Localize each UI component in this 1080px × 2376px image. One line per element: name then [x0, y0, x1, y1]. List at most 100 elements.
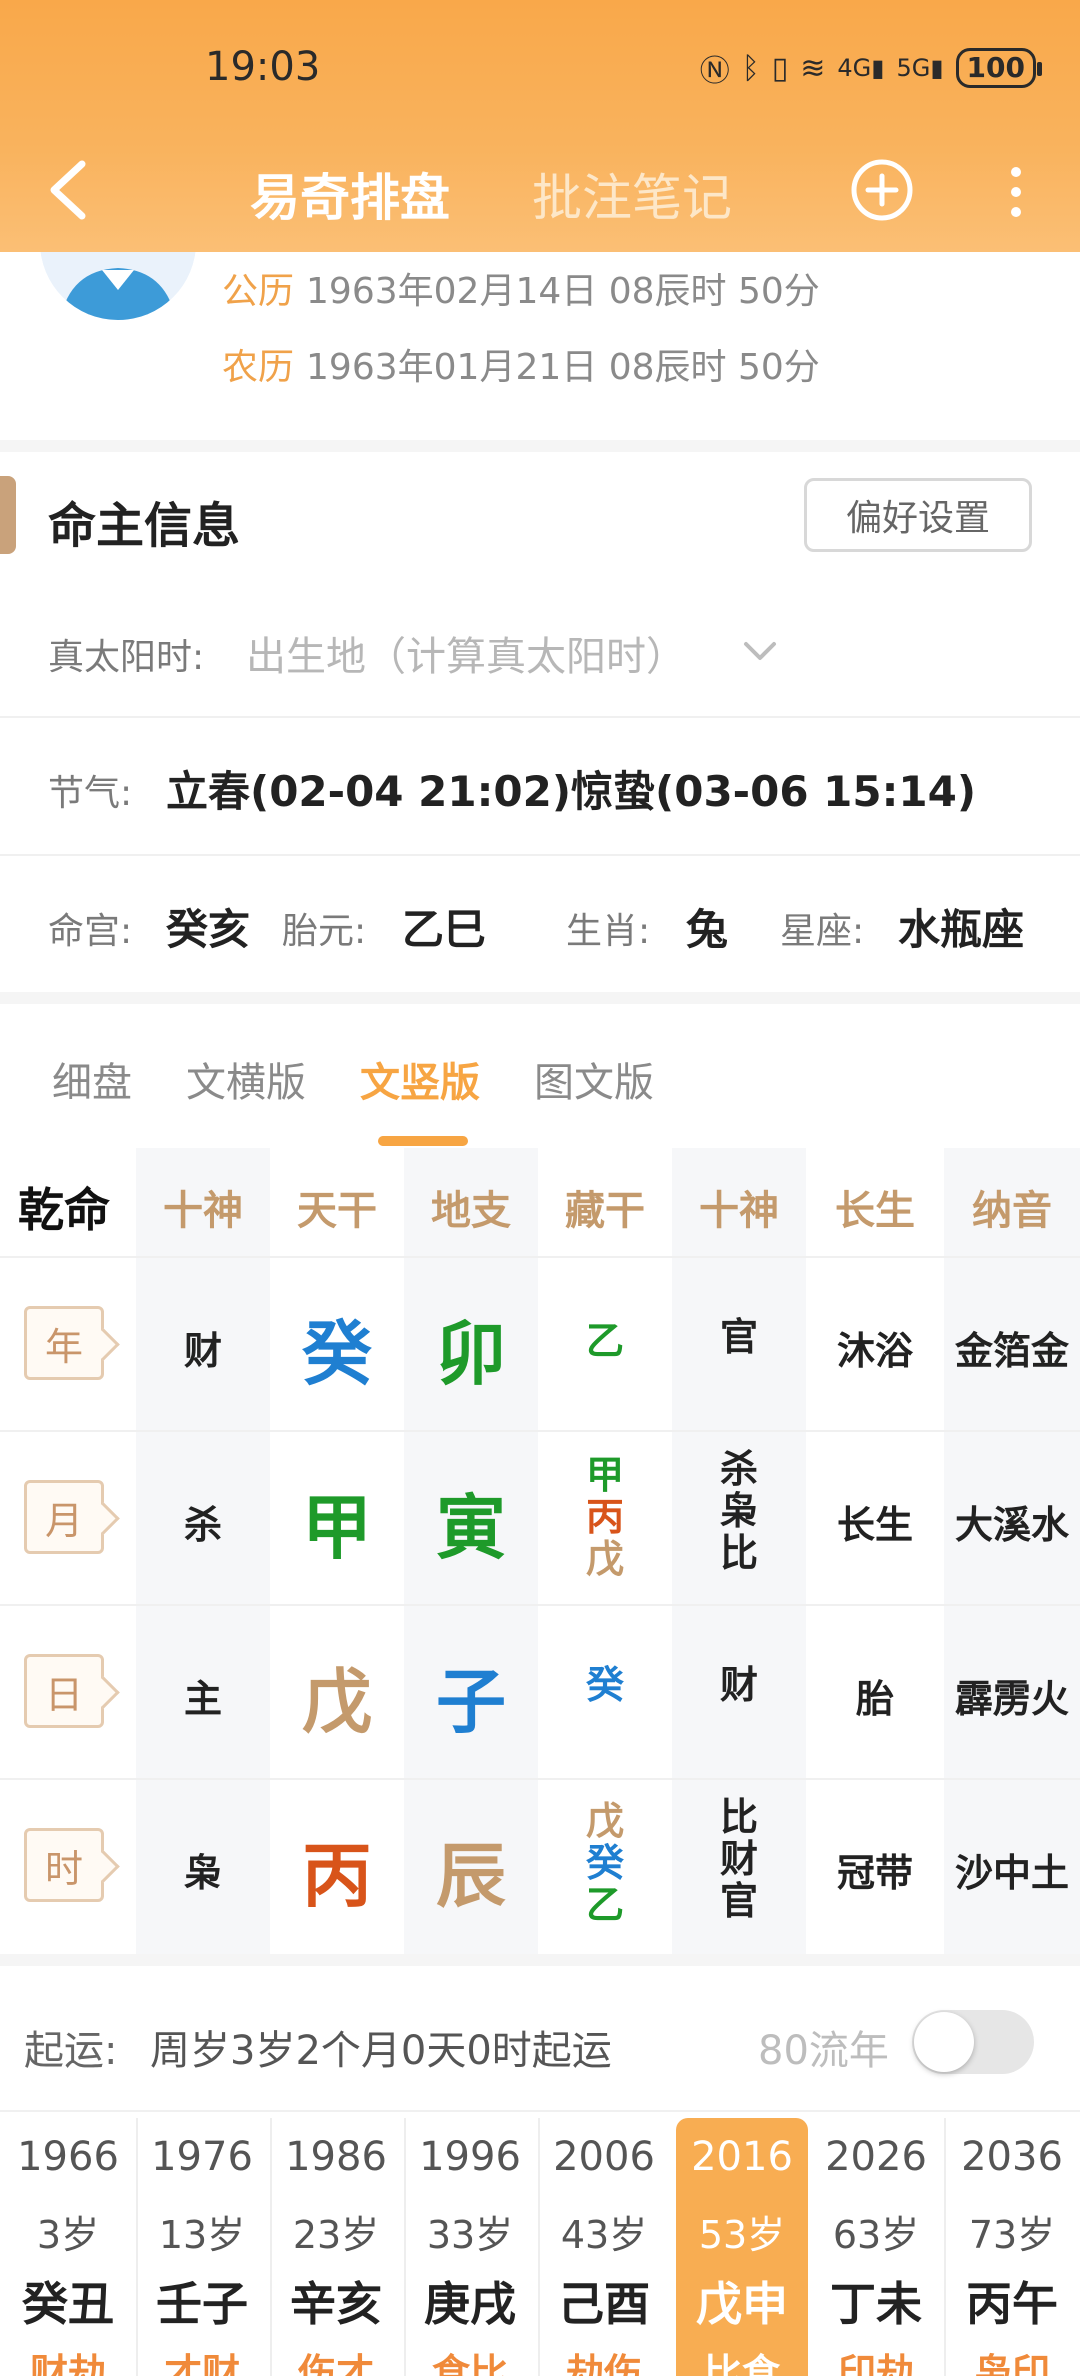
- pillar-month-tag: 月: [24, 1480, 104, 1554]
- dayun-item[interactable]: 1986 23岁 辛亥 伤才: [270, 2118, 402, 2376]
- dayun-shishen: 食比: [431, 2351, 508, 2376]
- year-tiangan: 癸: [302, 1313, 372, 1395]
- minggong-value: 癸亥: [166, 905, 251, 954]
- dayun-ganzhi: 壬子: [156, 2277, 248, 2331]
- tab-notes[interactable]: 批注笔记: [532, 158, 732, 230]
- canggan-item: 甲: [585, 1453, 624, 1497]
- dayun-year: 2006: [553, 2134, 655, 2180]
- hour-tiangan: 丙: [302, 1835, 372, 1917]
- tab-paipan[interactable]: 易奇排盘: [250, 158, 450, 230]
- month-dizhi: 寅: [436, 1487, 506, 1569]
- dayun-item[interactable]: 1976 13岁 壬子 才财: [136, 2118, 268, 2376]
- tab-tuwen[interactable]: 图文版: [534, 1050, 654, 1108]
- tab-wenheng[interactable]: 文横版: [186, 1050, 306, 1108]
- canggan-item: 癸: [585, 1841, 624, 1885]
- dayun-shishen: 枭印: [973, 2351, 1050, 2376]
- nfc-icon: Ⓝ: [699, 54, 730, 89]
- status-icons: Ⓝ ᛒ ▯ ≋ 4G▮ 5G▮ 100: [699, 46, 1043, 90]
- section-title: 命主信息: [48, 498, 241, 554]
- taiyuan-label: 胎元:: [282, 911, 367, 952]
- qiyun-text: 周岁3岁2个月0天0时起运: [150, 2028, 612, 2074]
- month-shishen2: 杀 枭 比: [672, 1448, 806, 1574]
- dayun-item[interactable]: 2026 63岁 丁未 印劫: [810, 2118, 942, 2376]
- minggong-label: 命宫:: [48, 911, 133, 952]
- dayun-year: 2026: [825, 2134, 927, 2180]
- month-changsheng: 长生: [836, 1503, 913, 1547]
- row-divider: [0, 1778, 1080, 1780]
- divider: [0, 440, 1080, 452]
- tab-wenshu[interactable]: 文竖版: [360, 1050, 480, 1108]
- section-marker: [0, 476, 16, 554]
- liunian-label: 80流年: [758, 2028, 889, 2074]
- shishen2-item: 官: [719, 1315, 758, 1359]
- row-divider: [0, 1430, 1080, 1432]
- dayun-shishen: 印劫: [837, 2351, 914, 2376]
- shishen2-item: 比: [719, 1531, 758, 1575]
- canggan-item: 丙: [585, 1495, 624, 1539]
- row-divider: [0, 1604, 1080, 1606]
- shengxiao-label: 生肖:: [566, 911, 651, 952]
- true-solar-select[interactable]: 出生地（计算真太阳时）: [240, 622, 800, 682]
- month-nayin: 大溪水: [954, 1503, 1069, 1547]
- header-tiangan: 天干: [297, 1188, 377, 1234]
- signal-4g-icon: 4G▮: [837, 54, 885, 82]
- more-vertical-icon[interactable]: [996, 160, 1036, 224]
- column-bg: [944, 1148, 1080, 1954]
- jieqi-value: 立春(02-04 21:02)惊蛰(03-06 15:14): [166, 767, 977, 816]
- shishen2-item: 财: [719, 1837, 758, 1881]
- day-dizhi: 子: [436, 1661, 506, 1743]
- dayun-shishen: 比食: [703, 2351, 780, 2376]
- dayun-item[interactable]: 1996 33岁 庚戌 食比: [404, 2118, 536, 2376]
- jieqi-label: 节气:: [48, 773, 133, 814]
- day-canggan: 癸: [538, 1664, 672, 1706]
- liunian-toggle[interactable]: [912, 2010, 1034, 2074]
- dayun-year: 1996: [419, 2134, 521, 2180]
- dayun-item-current[interactable]: 2016 53岁 戊申 比食: [676, 2118, 808, 2376]
- year-shishen2: 官: [672, 1316, 806, 1358]
- chevron-down-icon: [744, 642, 776, 660]
- canggan-item: 癸: [585, 1663, 624, 1707]
- dayun-year: 1986: [285, 2134, 387, 2180]
- column-bg: [136, 1148, 270, 1954]
- dayun-item[interactable]: 2036 73岁 丙午 枭印: [946, 2118, 1078, 2376]
- day-shishen2: 财: [672, 1664, 806, 1706]
- divider: [0, 1954, 1080, 1966]
- tab-xipan[interactable]: 细盘: [52, 1050, 132, 1108]
- divider: [0, 854, 1080, 856]
- active-tab-indicator: [378, 1136, 468, 1146]
- preference-settings-button[interactable]: 偏好设置: [804, 478, 1032, 552]
- xingzuo-label: 星座:: [780, 911, 865, 952]
- nav-bar: 易奇排盘 批注笔记: [0, 140, 1080, 240]
- header-nayin: 纳音: [972, 1188, 1052, 1234]
- toggle-knob: [914, 2012, 974, 2072]
- back-arrow-icon[interactable]: [40, 150, 100, 230]
- hour-dizhi: 辰: [436, 1835, 506, 1917]
- dayun-ganzhi: 丁未: [830, 2277, 922, 2331]
- dayun-age: 3岁: [36, 2213, 100, 2257]
- day-tiangan: 戊: [302, 1661, 372, 1743]
- dayun-ganzhi: 癸丑: [22, 2277, 114, 2331]
- dayun-age: 53岁: [698, 2213, 786, 2257]
- canggan-item: 乙: [585, 1883, 624, 1927]
- month-canggan: 甲 丙 戊: [538, 1454, 672, 1580]
- canggan-item: 戊: [585, 1799, 624, 1843]
- dayun-shishen: 财劫: [29, 2351, 106, 2376]
- canggan-item: 戊: [585, 1537, 624, 1581]
- shengxiao-value: 兔: [686, 905, 729, 954]
- column-bg: [806, 1148, 944, 1954]
- dayun-shishen: 才财: [163, 2351, 240, 2376]
- signal-5g-icon: 5G▮: [896, 54, 944, 82]
- dayun-item[interactable]: 1966 3岁 癸丑 财劫: [2, 2118, 134, 2376]
- dayun-age: 43岁: [560, 2213, 648, 2257]
- dayun-item[interactable]: 2006 43岁 己酉 劫伤: [538, 2118, 670, 2376]
- solar-label: 公历: [222, 271, 295, 312]
- pillar-year-tag: 年: [24, 1306, 104, 1380]
- lunar-date-row: 农历 1963年01月21日 08辰时 50分: [222, 338, 820, 390]
- year-shishen: 财: [183, 1329, 222, 1373]
- dayun-ganzhi: 戊申: [696, 2277, 788, 2331]
- shishen2-item: 杀: [719, 1447, 758, 1491]
- lunar-label: 农历: [222, 347, 295, 388]
- header-shishen: 十神: [163, 1188, 243, 1234]
- dayun-age: 73岁: [968, 2213, 1056, 2257]
- add-circle-icon[interactable]: [850, 158, 914, 222]
